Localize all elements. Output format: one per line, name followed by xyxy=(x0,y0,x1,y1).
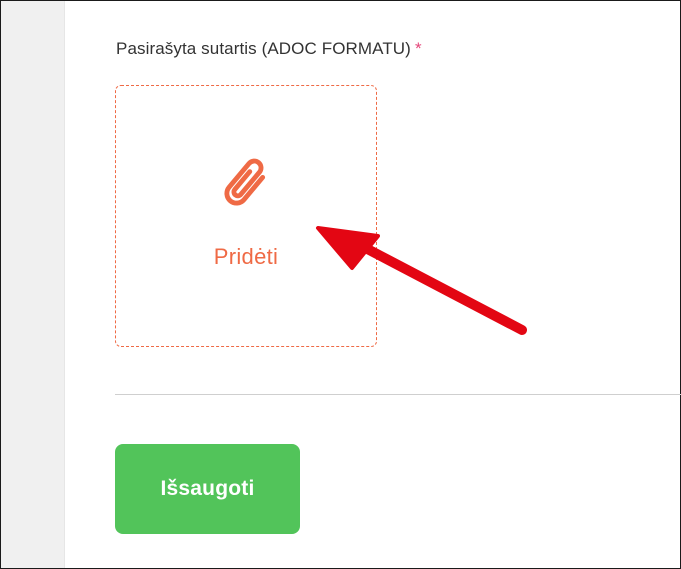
left-gutter xyxy=(1,1,64,568)
divider xyxy=(115,394,681,395)
save-button[interactable]: Išsaugoti xyxy=(115,444,300,534)
field-label: Pasirašyta sutartis (ADOC FORMATU) * xyxy=(116,39,422,59)
screenshot-frame: Pasirašyta sutartis (ADOC FORMATU) * Prid… xyxy=(0,0,681,569)
file-upload-dropzone[interactable]: Pridėti xyxy=(115,85,377,347)
paperclip-icon xyxy=(224,158,266,206)
field-label-text: Pasirašyta sutartis (ADOC FORMATU) xyxy=(116,39,411,58)
upload-label: Pridėti xyxy=(213,244,279,269)
required-marker: * xyxy=(414,39,422,58)
